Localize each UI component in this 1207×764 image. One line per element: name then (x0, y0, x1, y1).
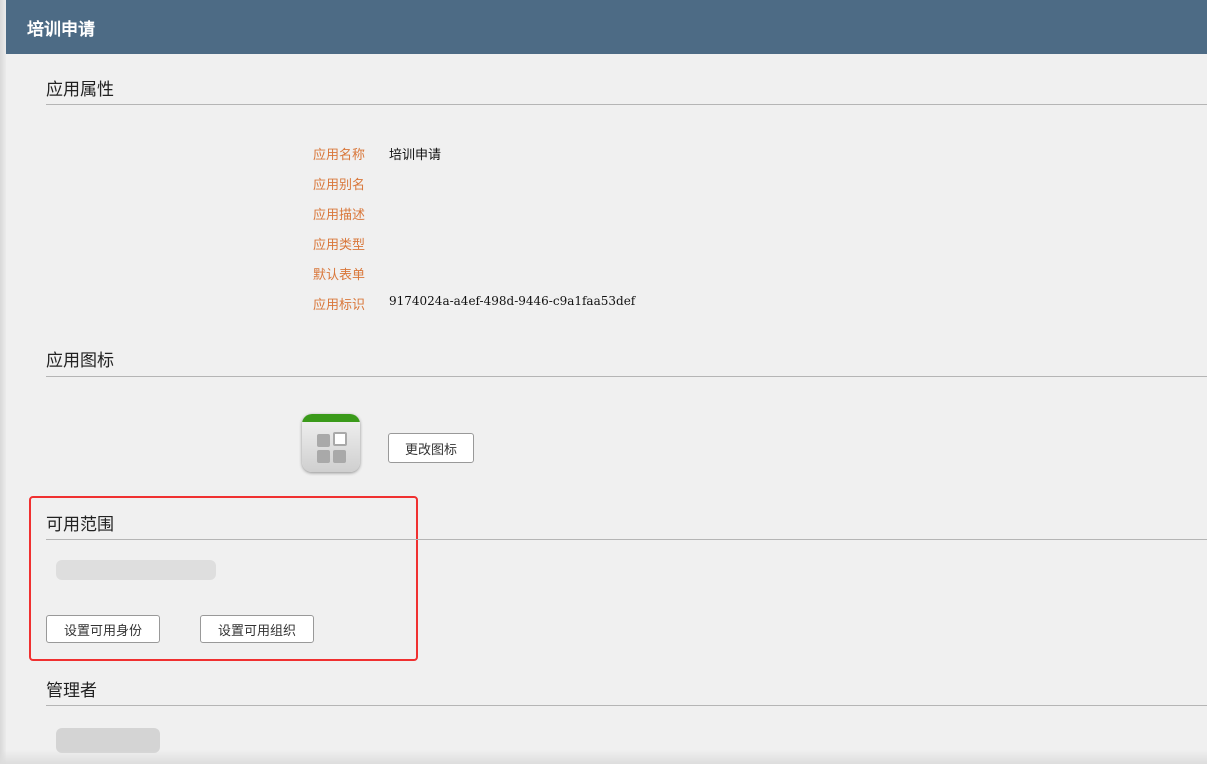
bottom-shadow (0, 750, 1207, 764)
field-label: 默认表单 (313, 268, 366, 283)
field-value-name: 培训申请 (389, 148, 442, 163)
section-title-icon: 应用图标 (46, 351, 114, 371)
divider (46, 376, 1207, 377)
set-identity-button[interactable]: 设置可用身份 (46, 615, 160, 643)
divider (46, 705, 1207, 706)
section-title-properties: 应用属性 (46, 80, 114, 100)
change-icon-button[interactable]: 更改图标 (388, 433, 474, 463)
page-title: 培训申请 (27, 20, 95, 40)
field-label: 应用描述 (313, 208, 366, 223)
page-header: 培训申请 (6, 0, 1207, 54)
divider (46, 104, 1207, 105)
field-label: 应用类型 (313, 238, 366, 253)
field-label: 应用名称 (313, 148, 366, 163)
field-value-id: 9174024a-a4ef-498d-9446-c9a1faa53def (389, 294, 636, 308)
left-edge (0, 0, 6, 764)
section-title-scope: 可用范围 (46, 515, 114, 535)
blurred-scope-item (56, 560, 216, 580)
field-label: 应用别名 (313, 178, 366, 193)
divider (46, 539, 1207, 540)
section-title-admins: 管理者 (46, 681, 97, 701)
app-icon (302, 414, 360, 472)
set-organization-button[interactable]: 设置可用组织 (200, 615, 314, 643)
field-label: 应用标识 (313, 298, 366, 313)
